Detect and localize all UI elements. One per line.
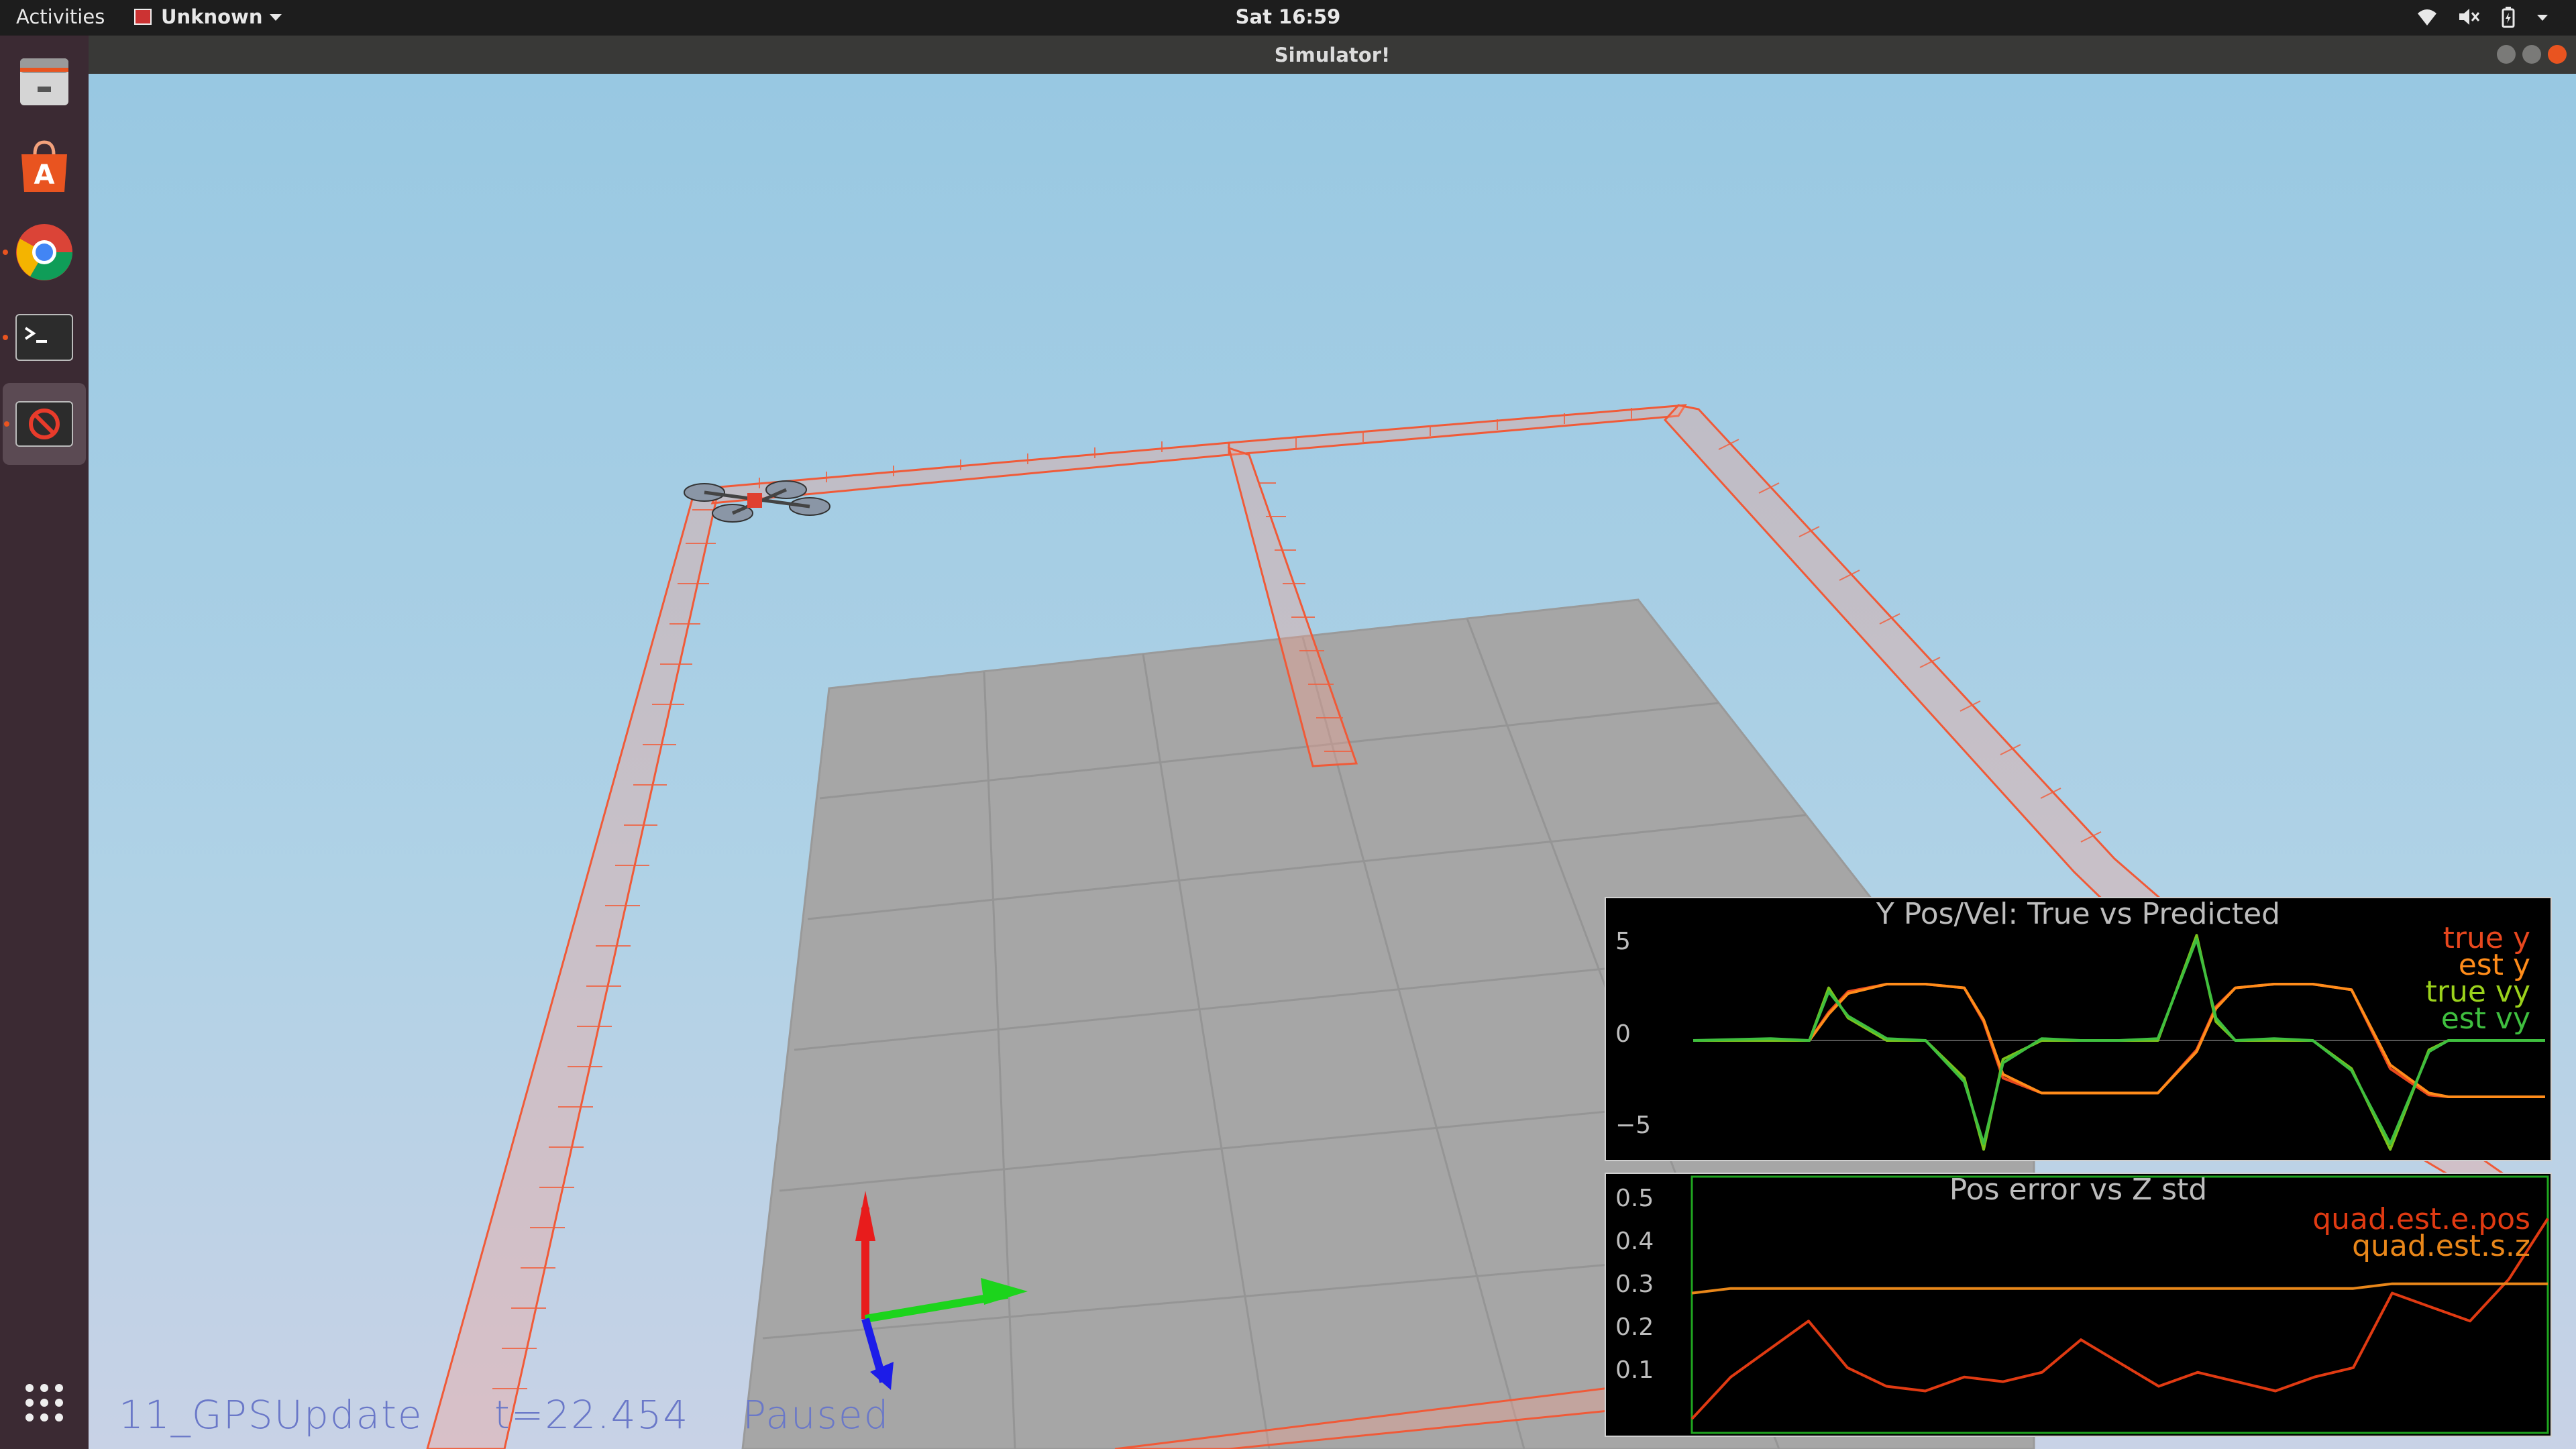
svg-text:A: A (34, 160, 55, 191)
y-tick-label: 0 (1615, 1020, 1631, 1048)
system-tray[interactable] (2416, 7, 2549, 28)
show-apps-icon[interactable] (12, 1371, 76, 1435)
window-titlebar[interactable]: Simulator! (89, 36, 2576, 74)
dock: A (0, 36, 89, 1449)
window-title: Simulator! (1274, 44, 1391, 66)
plot-canvas (1693, 934, 2545, 1151)
battery-icon (2502, 7, 2515, 28)
y-tick-label: 0.5 (1615, 1185, 1654, 1212)
y-tick-label: 0.3 (1615, 1271, 1654, 1298)
series-line-quad-est-s-z (1691, 1282, 2548, 1295)
top-bar: Activities Unknown Sat 16:59 (0, 0, 2576, 36)
volume-muted-icon (2459, 9, 2480, 25)
y-tick-label: 5 (1615, 928, 1631, 955)
minimize-button[interactable] (2497, 45, 2516, 64)
sim-time-label: t=22.454 (494, 1392, 690, 1438)
clock[interactable]: Sat 16:59 (0, 5, 2576, 28)
close-button[interactable] (2548, 45, 2567, 64)
terminal-icon[interactable] (3, 305, 76, 370)
plot-y-pos-vel[interactable]: Y Pos/Vel: True vs Predicted 5 0 −5 true… (1605, 897, 2552, 1161)
y-tick-label: 0.1 (1615, 1356, 1654, 1384)
maximize-button[interactable] (2522, 45, 2541, 64)
wifi-icon (2418, 9, 2436, 25)
scenario-label: 11_GPSUpdate (119, 1392, 423, 1438)
series-line-est-vy (1693, 937, 2545, 1145)
simulator-icon[interactable] (3, 383, 86, 465)
software-icon[interactable]: A (12, 134, 76, 199)
y-tick-label: −5 (1615, 1112, 1652, 1139)
plot-title: Y Pos/Vel: True vs Predicted (1876, 897, 2281, 931)
legend-s-z: quad.est.s.z (2352, 1229, 2530, 1263)
series-line-true-vy (1693, 934, 2545, 1151)
plot-legend: true y est y true vy est vy (2426, 924, 2530, 1036)
files-icon[interactable] (12, 49, 76, 113)
plot-pos-error[interactable]: Pos error vs Z std 0.5 0.4 0.3 0.2 0.1 q… (1605, 1173, 2552, 1437)
y-tick-label: 0.2 (1615, 1313, 1654, 1341)
legend-est-vy: est vy (2440, 1002, 2530, 1036)
sim-state-label: Paused (743, 1392, 890, 1438)
plot-legend: quad.est.e.pos quad.est.s.z (2312, 1205, 2530, 1263)
y-tick-label: 0.4 (1615, 1228, 1654, 1255)
chrome-icon[interactable] (3, 220, 76, 284)
chevron-down-icon (2537, 15, 2548, 21)
